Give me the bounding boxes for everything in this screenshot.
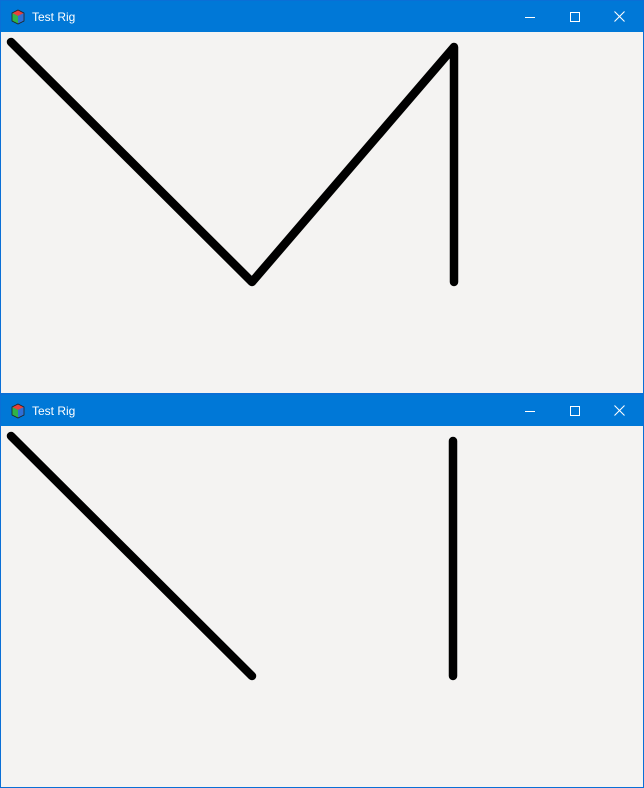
close-icon xyxy=(614,405,625,416)
drawing-surface xyxy=(6,37,459,287)
window-title: Test Rig xyxy=(32,404,76,418)
minimize-button[interactable] xyxy=(507,395,552,426)
test-rig-window-1: Test Rig xyxy=(0,0,644,394)
drawing-canvas[interactable] xyxy=(1,426,643,787)
drawn-polyline xyxy=(6,37,459,287)
title-bar[interactable]: Test Rig xyxy=(1,395,643,426)
drawing-surface xyxy=(6,431,458,681)
close-button[interactable] xyxy=(597,1,642,32)
drawn-diagonal-line xyxy=(6,431,257,681)
minimize-button[interactable] xyxy=(507,1,552,32)
close-icon xyxy=(614,11,625,22)
maximize-icon xyxy=(569,11,580,22)
window-title: Test Rig xyxy=(32,10,76,24)
cube-app-icon xyxy=(10,9,26,25)
title-bar[interactable]: Test Rig xyxy=(1,1,643,32)
test-rig-window-2: Test Rig xyxy=(0,394,644,788)
minimize-icon xyxy=(524,16,535,18)
close-button[interactable] xyxy=(597,395,642,426)
maximize-icon xyxy=(569,405,580,416)
minimize-icon xyxy=(524,410,535,412)
drawing-canvas[interactable] xyxy=(1,32,643,393)
cube-app-icon xyxy=(10,403,26,419)
maximize-button[interactable] xyxy=(552,395,597,426)
maximize-button[interactable] xyxy=(552,1,597,32)
